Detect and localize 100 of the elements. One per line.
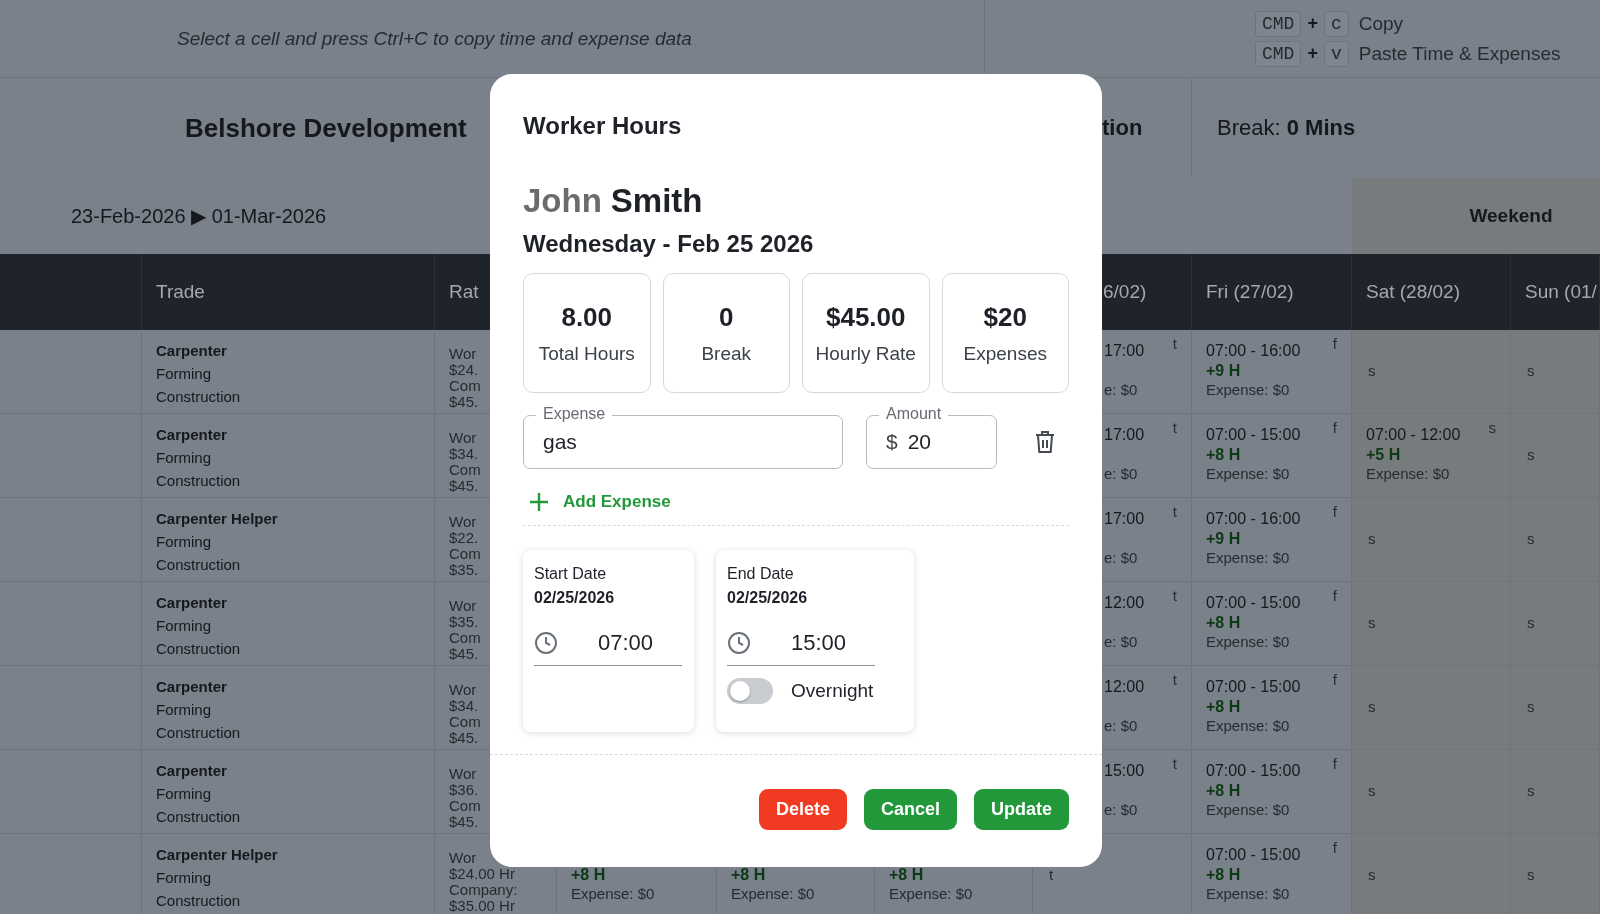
rate-text: $24.: [449, 362, 479, 378]
trade-division: Construction: [156, 723, 241, 743]
plus-icon: [529, 492, 549, 512]
day-marker: t: [1172, 672, 1177, 688]
shift-hours: +8 H: [1206, 865, 1241, 883]
time-field[interactable]: 15:00: [727, 621, 875, 666]
day-cell[interactable]: 07:00 - 15:00 +8 H Expense: $0 f: [1192, 666, 1352, 750]
trade-division: Construction: [156, 891, 241, 911]
day-marker: s: [1527, 783, 1535, 799]
shift-time: 07:00 - 16:00: [1206, 342, 1301, 359]
trade-category: Forming: [156, 616, 211, 636]
day-marker: f: [1332, 588, 1337, 604]
rate-text: $24.00 Hr: [449, 866, 515, 882]
day-cell[interactable]: s: [1511, 834, 1600, 914]
day-cell[interactable]: s: [1511, 582, 1600, 666]
toggle-switch[interactable]: [727, 678, 773, 704]
rate-text: Wor: [449, 430, 477, 446]
trade-name: Carpenter: [156, 677, 227, 697]
shift-hours: +8 H: [1206, 445, 1241, 463]
trade-name: Carpenter: [156, 761, 227, 781]
trade-category: Forming: [156, 364, 211, 384]
stat-card: 0 Break: [662, 273, 790, 393]
day-cell[interactable]: 07:00 - 12:00 +5 H Expense: $0 s: [1352, 414, 1511, 498]
add-expense-button[interactable]: Add Expense: [523, 489, 677, 515]
day-marker: t: [1172, 336, 1177, 352]
trade-name: Carpenter Helper: [156, 509, 278, 529]
day-marker: f: [1332, 840, 1337, 856]
project-name: tion: [1102, 115, 1143, 141]
day-marker: f: [1332, 672, 1337, 688]
day-cell[interactable]: s: [1511, 414, 1600, 498]
day-cell[interactable]: s: [1352, 330, 1511, 414]
break-info: Break: 0 Mins: [1217, 115, 1356, 141]
day-cell[interactable]: s: [1511, 498, 1600, 582]
action-button[interactable]: Cancel: [863, 789, 957, 830]
day-marker: s: [1527, 699, 1535, 715]
rate-text: $36.: [449, 782, 479, 798]
shift-time: 15:00: [1104, 762, 1145, 779]
column-header: Trade: [142, 254, 435, 330]
keyboard-key: CMD: [1255, 40, 1302, 67]
rate-text: Wor: [449, 682, 477, 698]
rate-text: Wor: [449, 766, 477, 782]
shift-hours: +5 H: [1366, 445, 1401, 463]
shift-hours: +8 H: [1206, 697, 1241, 715]
day-marker: t: [1172, 504, 1177, 520]
day-cell[interactable]: 07:00 - 15:00 +8 H Expense: $0 f: [1192, 750, 1352, 834]
day-cell[interactable]: 07:00 - 16:00 +9 H Expense: $0 f: [1192, 330, 1352, 414]
shift-expense: Expense: $0: [1206, 717, 1290, 735]
rate-text: Com: [449, 462, 481, 478]
day-cell[interactable]: s: [1352, 498, 1511, 582]
day-cell[interactable]: s: [1352, 582, 1511, 666]
rate-text: $45.: [449, 478, 479, 494]
rate-text: $45.: [449, 394, 479, 410]
day-cell[interactable]: 07:00 - 15:00 +8 H Expense: $0 f: [1192, 414, 1352, 498]
shift-hours: +8 H: [731, 865, 766, 883]
day-marker: t: [1049, 867, 1054, 883]
rate-text: $35.: [449, 562, 479, 578]
day-marker: s: [1368, 783, 1376, 799]
shift-hours: +8 H: [571, 865, 606, 883]
delete-button[interactable]: Delete: [758, 789, 847, 830]
rate-text: Company:: [449, 882, 518, 898]
shift-expense: Expense: $0: [1366, 465, 1450, 483]
day-marker: s: [1368, 531, 1376, 547]
company-name: Belshore Development: [185, 112, 467, 144]
day-cell[interactable]: s: [1511, 330, 1600, 414]
day-marker: s: [1368, 615, 1376, 631]
plus-sign: +: [1307, 13, 1318, 34]
keyboard-key: c: [1323, 10, 1349, 37]
rate-text: $45.: [449, 814, 479, 830]
shift-expense: Expense: $0: [1206, 633, 1290, 651]
column-header: Sat (28/02): [1352, 254, 1511, 330]
overnight-label: Overnight: [791, 680, 874, 702]
time-field[interactable]: 07:00: [534, 621, 682, 666]
day-marker: f: [1332, 504, 1337, 520]
day-cell[interactable]: s: [1352, 666, 1511, 750]
day-cell[interactable]: 07:00 - 16:00 +9 H Expense: $0 f: [1192, 498, 1352, 582]
trade-name: Carpenter Helper: [156, 845, 278, 865]
shift-time: 17:00: [1104, 510, 1145, 527]
rate-text: $45.: [449, 730, 479, 746]
rate-text: $34.: [449, 698, 479, 714]
trade-division: Construction: [156, 387, 241, 407]
shift-expense: Expense: $0: [571, 885, 655, 903]
rate-text: $45.: [449, 646, 479, 662]
shift-expense: e: $0: [1104, 633, 1138, 651]
shortcut-label: Copy: [1358, 12, 1404, 35]
trash-icon[interactable]: [1034, 430, 1056, 454]
day-cell[interactable]: s: [1511, 750, 1600, 834]
day-cell[interactable]: 07:00 - 15:00 +8 H Expense: $0 f: [1192, 582, 1352, 666]
rate-text: $35.00 Hr: [449, 898, 515, 914]
day-cell[interactable]: s: [1511, 666, 1600, 750]
shift-time: 07:00 - 15:00: [1206, 594, 1301, 611]
day-cell[interactable]: s: [1352, 750, 1511, 834]
day-marker: s: [1488, 420, 1496, 436]
action-button[interactable]: Update: [974, 789, 1069, 830]
plus-sign: +: [1307, 43, 1318, 64]
day-marker: s: [1368, 867, 1376, 883]
column-header: Fri (27/02): [1192, 254, 1352, 330]
day-marker: s: [1527, 531, 1535, 547]
shift-expense: Expense: $0: [1206, 549, 1290, 567]
trade-category: Forming: [156, 448, 211, 468]
day-cell[interactable]: s: [1352, 834, 1511, 914]
